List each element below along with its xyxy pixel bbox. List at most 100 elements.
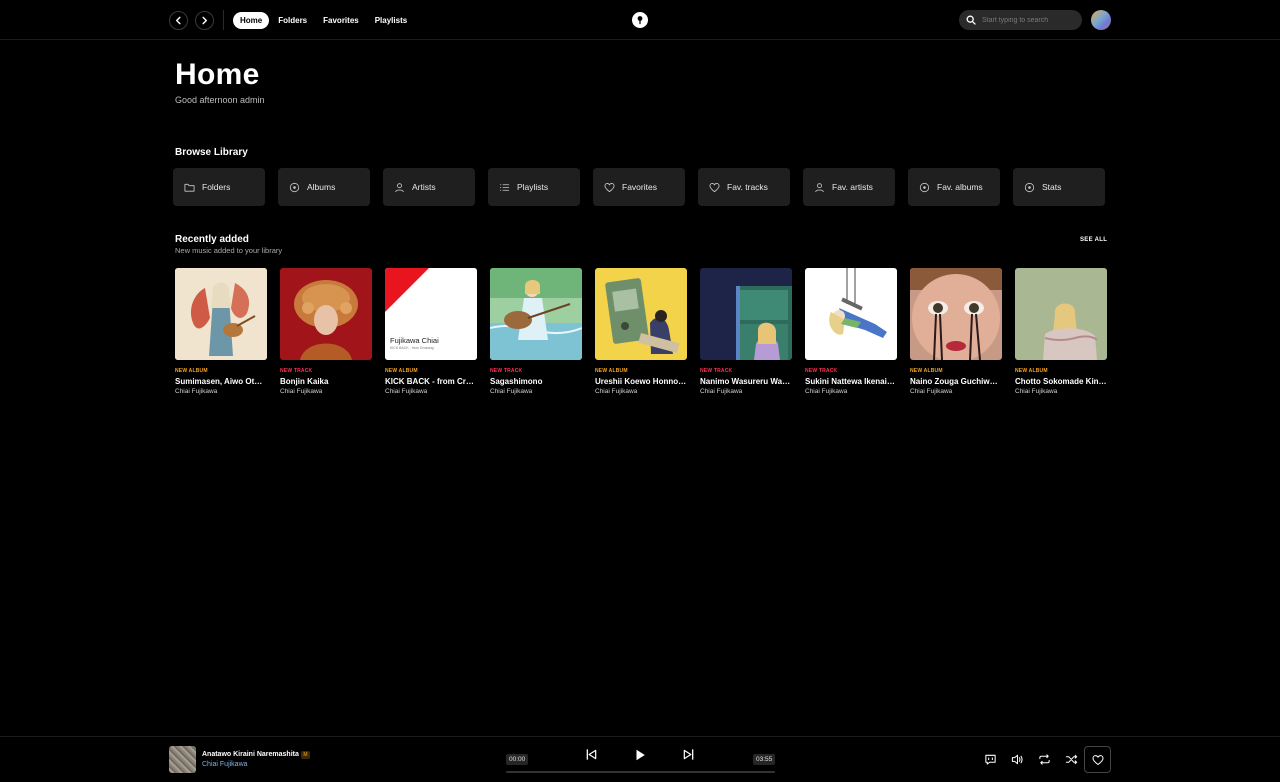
album-card[interactable]: NEW TRACK Bonjin Kaika Chiai Fujikawa bbox=[280, 268, 372, 395]
nav-playlists[interactable]: Playlists bbox=[368, 12, 414, 29]
back-button[interactable] bbox=[169, 11, 188, 30]
tile-label: Fav. artists bbox=[832, 182, 873, 192]
tile-label: Fav. tracks bbox=[727, 182, 768, 192]
album-cover[interactable] bbox=[490, 268, 582, 360]
album-cover[interactable]: Fujikawa Chiai KICK BACK - from Crossing bbox=[385, 268, 477, 360]
card-badge: NEW ALBUM bbox=[175, 368, 208, 374]
player-bar: Anatawo Kiraini Naremashita M Chiai Fuji… bbox=[0, 736, 1280, 782]
see-all-link[interactable]: SEE ALL bbox=[1080, 237, 1107, 243]
card-title[interactable]: Sumimasen, Aiwo Oto… bbox=[175, 377, 267, 386]
page-title: Home bbox=[175, 58, 260, 91]
now-playing-title[interactable]: Anatawo Kiraini Naremashita bbox=[202, 751, 299, 758]
disc-icon bbox=[919, 182, 930, 192]
card-artist[interactable]: Chiai Fujikawa bbox=[280, 388, 372, 395]
explicit-badge: M bbox=[301, 751, 310, 759]
album-cover[interactable] bbox=[805, 268, 897, 360]
recently-added-subtitle: New music added to your library bbox=[175, 246, 283, 255]
card-title[interactable]: Sukini Nattewa Ikenai … bbox=[805, 377, 897, 386]
skip-next-icon bbox=[683, 748, 693, 760]
album-cover[interactable] bbox=[175, 268, 267, 360]
card-title[interactable]: Ureshii Koewo Honno… bbox=[595, 377, 687, 386]
search-icon bbox=[966, 15, 976, 25]
card-artist[interactable]: Chiai Fujikawa bbox=[910, 388, 1002, 395]
album-card[interactable]: NEW TRACK Sukini Nattewa Ikenai … Chiai … bbox=[805, 268, 897, 395]
card-badge: NEW ALBUM bbox=[385, 368, 418, 374]
tile-label: Stats bbox=[1042, 182, 1062, 192]
heart-icon bbox=[1091, 754, 1104, 765]
tile-label: Folders bbox=[202, 182, 231, 192]
search-box[interactable] bbox=[959, 10, 1082, 30]
now-playing-artist[interactable]: Chiai Fujikawa bbox=[202, 761, 248, 768]
album-card[interactable]: NEW ALBUM Ureshii Koewo Honno… Chiai Fuj… bbox=[595, 268, 687, 395]
now-playing-cover[interactable] bbox=[169, 746, 196, 773]
divider bbox=[223, 10, 224, 30]
progress-bar[interactable] bbox=[506, 771, 775, 773]
card-artist[interactable]: Chiai Fujikawa bbox=[805, 388, 897, 395]
card-artist[interactable]: Chiai Fujikawa bbox=[490, 388, 582, 395]
card-artist[interactable]: Chiai Fujikawa bbox=[385, 388, 477, 395]
album-cover[interactable] bbox=[910, 268, 1002, 360]
album-card[interactable]: NEW ALBUM Chotto Sokomade Kin… Chiai Fuj… bbox=[1015, 268, 1107, 395]
tile-label: Artists bbox=[412, 182, 436, 192]
previous-button[interactable] bbox=[584, 747, 598, 761]
tile-stats[interactable]: Stats bbox=[1013, 168, 1105, 206]
tile-fav-artists[interactable]: Fav. artists bbox=[803, 168, 895, 206]
nav-folders[interactable]: Folders bbox=[271, 12, 314, 29]
card-title[interactable]: Sagashimono bbox=[490, 377, 582, 386]
card-artist[interactable]: Chiai Fujikawa bbox=[700, 388, 792, 395]
cover-subtext: KICK BACK - from Crossing bbox=[390, 346, 434, 350]
browse-tiles: Folders Albums Artists Playlists Favorit… bbox=[173, 168, 1105, 206]
play-button[interactable] bbox=[632, 747, 648, 763]
card-title[interactable]: Nanimo Wasureru Wak… bbox=[700, 377, 792, 386]
repeat-button[interactable] bbox=[1037, 752, 1051, 766]
forward-button[interactable] bbox=[195, 11, 214, 30]
tile-fav-albums[interactable]: Fav. albums bbox=[908, 168, 1000, 206]
skip-previous-icon bbox=[586, 748, 596, 760]
person-icon bbox=[395, 182, 404, 192]
card-title[interactable]: Naino Zouga Guchiwo… bbox=[910, 377, 1002, 386]
recent-cards: NEW ALBUM Sumimasen, Aiwo Oto… Chiai Fuj… bbox=[175, 268, 1107, 395]
shuffle-icon bbox=[1065, 754, 1077, 764]
album-card[interactable]: NEW ALBUM Sumimasen, Aiwo Oto… Chiai Fuj… bbox=[175, 268, 267, 395]
next-button[interactable] bbox=[681, 747, 695, 761]
card-title[interactable]: KICK BACK - from Cro… bbox=[385, 377, 477, 386]
album-cover[interactable] bbox=[280, 268, 372, 360]
album-card[interactable]: NEW TRACK Sagashimono Chiai Fujikawa bbox=[490, 268, 582, 395]
album-cover[interactable] bbox=[700, 268, 792, 360]
repeat-icon bbox=[1038, 753, 1050, 765]
card-artist[interactable]: Chiai Fujikawa bbox=[595, 388, 687, 395]
heart-icon bbox=[709, 182, 720, 192]
card-artist[interactable]: Chiai Fujikawa bbox=[175, 388, 267, 395]
disc-icon bbox=[289, 182, 300, 192]
card-artist[interactable]: Chiai Fujikawa bbox=[1015, 388, 1107, 395]
album-cover[interactable] bbox=[595, 268, 687, 360]
tile-fav-tracks[interactable]: Fav. tracks bbox=[698, 168, 790, 206]
list-icon bbox=[500, 183, 510, 191]
album-card[interactable]: NEW ALBUM Naino Zouga Guchiwo… Chiai Fuj… bbox=[910, 268, 1002, 395]
tile-playlists[interactable]: Playlists bbox=[488, 168, 580, 206]
tile-favorites[interactable]: Favorites bbox=[593, 168, 685, 206]
tile-albums[interactable]: Albums bbox=[278, 168, 370, 206]
lyrics-button[interactable] bbox=[983, 752, 997, 766]
tile-artists[interactable]: Artists bbox=[383, 168, 475, 206]
album-card[interactable]: NEW TRACK Nanimo Wasureru Wak… Chiai Fuj… bbox=[700, 268, 792, 395]
nav-home[interactable]: Home bbox=[233, 12, 270, 29]
album-cover[interactable] bbox=[1015, 268, 1107, 360]
favorite-button[interactable] bbox=[1084, 746, 1111, 773]
app-logo-icon[interactable] bbox=[632, 12, 648, 28]
tile-folders[interactable]: Folders bbox=[173, 168, 265, 206]
card-title[interactable]: Bonjin Kaika bbox=[280, 377, 372, 386]
album-card[interactable]: Fujikawa Chiai KICK BACK - from Crossing… bbox=[385, 268, 477, 395]
card-title[interactable]: Chotto Sokomade Kin… bbox=[1015, 377, 1107, 386]
search-input[interactable] bbox=[982, 16, 1077, 24]
current-time: 00:00 bbox=[506, 754, 529, 765]
card-badge: NEW TRACK bbox=[805, 368, 838, 374]
nav-favorites[interactable]: Favorites bbox=[316, 12, 366, 29]
shuffle-button[interactable] bbox=[1064, 752, 1078, 766]
tile-label: Fav. albums bbox=[937, 182, 983, 192]
chevron-right-icon bbox=[202, 16, 208, 25]
volume-button[interactable] bbox=[1010, 752, 1024, 766]
main-nav: Home Folders Favorites Playlists bbox=[233, 12, 416, 29]
avatar[interactable] bbox=[1091, 10, 1111, 30]
chevron-left-icon bbox=[175, 16, 181, 25]
